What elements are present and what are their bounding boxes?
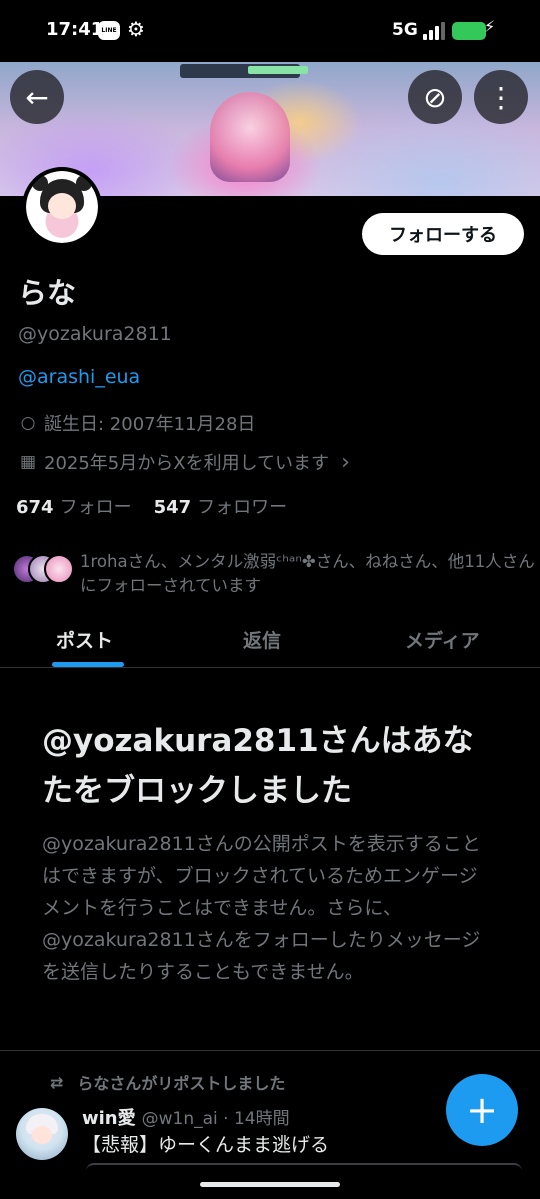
line-app-icon: LINE xyxy=(98,21,120,40)
tweet-author-name[interactable]: win愛 xyxy=(82,1104,136,1130)
more-options-button[interactable]: ⋮ xyxy=(474,70,528,124)
blocked-title: @yozakura2811さんはあなたをブロックしました xyxy=(42,723,474,809)
repost-indicator: ⇄ らなさんがリポストしました xyxy=(50,1070,285,1094)
joined-row[interactable]: ▦ 2025年5月からXを利用しています › xyxy=(18,449,350,475)
calendar-icon: ▦ xyxy=(19,452,37,472)
follower-avatar xyxy=(44,554,74,584)
follow-counts: 674 フォロー 547 フォロワー xyxy=(16,493,287,519)
birthday-row: ○ 誕生日: 2007年11月28日 xyxy=(18,410,256,436)
profile-avatar[interactable] xyxy=(22,167,102,247)
joined-text: 2025年5月からXを利用しています xyxy=(44,453,330,474)
compose-post-button[interactable]: + xyxy=(446,1074,518,1146)
tab-media[interactable]: メディア xyxy=(405,626,480,653)
tweet-author-avatar[interactable] xyxy=(16,1108,68,1160)
bio-mention-link[interactable]: @arashi_eua xyxy=(18,366,140,388)
followers-count: 547 xyxy=(153,497,192,518)
banner-hud-bar xyxy=(248,66,308,74)
followers-label: フォロワー xyxy=(197,497,288,518)
balloon-icon: ○ xyxy=(20,413,36,433)
plus-icon: + xyxy=(466,1088,498,1132)
display-name: らな xyxy=(18,276,77,310)
chevron-right-icon: › xyxy=(341,449,350,475)
signal-icon xyxy=(423,22,445,40)
gear-icon: ⚙ xyxy=(127,17,145,41)
tab-replies[interactable]: 返信 xyxy=(243,626,281,653)
tweet-handle-time: @w1n_ai · 14時間 xyxy=(141,1109,290,1129)
birthday-text: 誕生日: 2007年11月28日 xyxy=(44,414,256,435)
blocked-body: @yozakura2811さんの公開ポストを表示することはできますが、ブロックさ… xyxy=(42,833,481,983)
active-tab-indicator xyxy=(52,662,124,667)
charging-bolt-icon: ⚡ xyxy=(484,17,496,36)
tab-posts[interactable]: ポスト xyxy=(56,626,113,653)
network-type: 5G xyxy=(392,20,418,40)
disconnect-button[interactable]: ⊘ xyxy=(408,70,462,124)
divider xyxy=(0,1050,540,1051)
repost-icon: ⇄ xyxy=(50,1072,64,1092)
following-count: 674 xyxy=(16,497,54,518)
followed-by-text: 1rohaさん、メンタル激弱ᶜʰᵃⁿ✤さん、ねねさん、他11人さんにフォローされ… xyxy=(80,552,535,595)
status-time: 17:41 xyxy=(46,19,104,40)
status-bar: 17:41 LINE ⚙ 5G ⚡ xyxy=(0,0,540,62)
more-vertical-icon: ⋮ xyxy=(487,80,515,114)
tweet-header: win愛 @w1n_ai · 14時間 xyxy=(82,1104,290,1130)
disconnect-icon: ⊘ xyxy=(423,80,447,114)
repost-label: らなさんがリポストしました xyxy=(77,1074,286,1093)
battery-icon xyxy=(452,22,486,40)
back-button[interactable]: ← xyxy=(10,70,64,124)
tweet-text[interactable]: 【悲報】ゆーくんまま逃げる xyxy=(82,1130,329,1157)
banner-character xyxy=(210,92,290,182)
tweet-media-edge xyxy=(86,1163,522,1171)
following-label: フォロー xyxy=(59,497,132,518)
followers-link[interactable]: 547 フォロワー xyxy=(154,493,288,519)
follow-button[interactable]: フォローする xyxy=(362,213,524,255)
back-arrow-icon: ← xyxy=(25,80,49,114)
profile-handle: @yozakura2811 xyxy=(18,323,172,345)
following-link[interactable]: 674 フォロー xyxy=(16,493,132,519)
profile-tabs: ポスト 返信 メディア xyxy=(0,612,540,668)
home-indicator[interactable] xyxy=(200,1182,340,1187)
